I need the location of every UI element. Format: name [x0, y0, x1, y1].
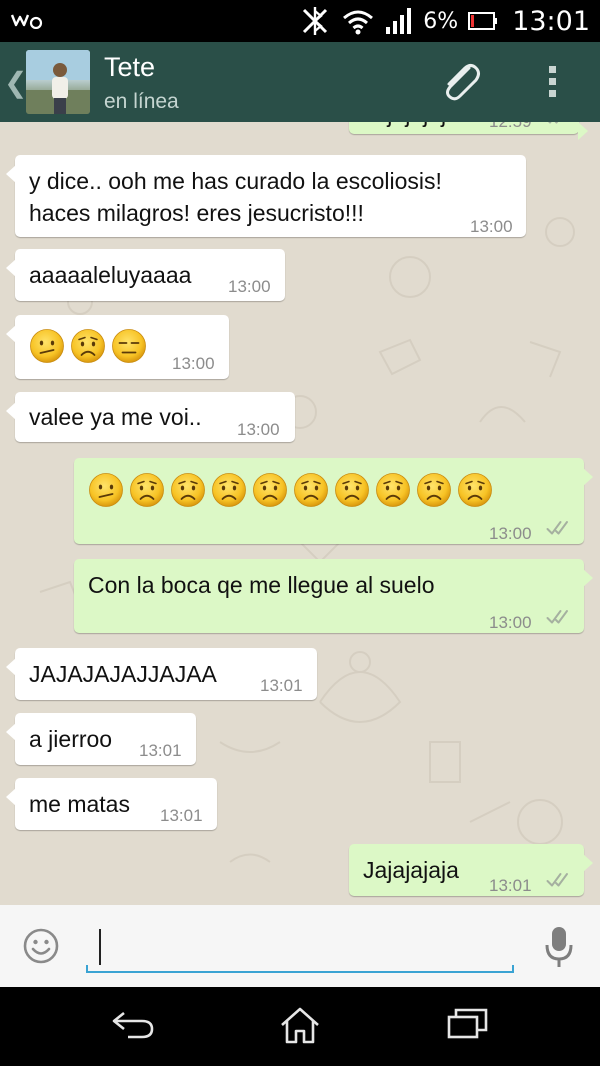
message-bubble-outgoing[interactable]: 13:00 [74, 458, 593, 544]
message-emoji-row [29, 328, 152, 364]
compose-bar [0, 905, 600, 987]
worried-face-emoji-icon [170, 472, 206, 508]
paperclip-icon[interactable] [436, 56, 486, 106]
message-text: a jierroo [29, 726, 113, 752]
chat-area[interactable]: Jajajajaj 12:59 y dice.. ooh me has cura… [0, 122, 600, 905]
worried-face-emoji-icon [252, 472, 288, 508]
message-text: aaaaaleluyaaaa [29, 262, 192, 288]
worried-face-emoji-icon [416, 472, 452, 508]
message-text: Jajajajaj [363, 122, 446, 130]
message-emoji-row [88, 472, 498, 508]
text-cursor [99, 929, 101, 965]
nfc-icon [303, 7, 328, 35]
message-bubble-incoming[interactable]: me matas 13:01 [6, 778, 217, 830]
wifi-icon [343, 10, 374, 35]
avatar[interactable] [26, 50, 90, 114]
status-clock: 13:01 [512, 5, 590, 37]
message-bubble-incoming[interactable]: JAJAJAJAJJAJAA 13:01 [6, 648, 317, 700]
battery-percent: 6% [423, 8, 459, 34]
expressionless-face-emoji-icon [111, 328, 147, 364]
message-time: 13:01 [260, 676, 303, 695]
message-bubble-incoming[interactable]: y dice.. ooh me has curado la escoliosis… [6, 155, 526, 237]
contact-name[interactable]: Tete [104, 52, 155, 83]
worried-face-emoji-icon [129, 472, 165, 508]
back-chevron-icon[interactable]: ❮ [4, 66, 27, 99]
worried-face-emoji-icon [457, 472, 493, 508]
status-bar: 6% 13:01 [0, 0, 600, 42]
walkman-icon [10, 14, 43, 29]
contact-status: en línea [104, 90, 179, 113]
message-text: valee ya me voi.. [29, 404, 202, 430]
emoji-icon[interactable] [22, 927, 60, 965]
system-nav-bar [0, 987, 600, 1066]
message-time: 12:59 [489, 122, 532, 138]
read-receipt-icon [546, 519, 574, 537]
message-bubble-incoming[interactable]: valee ya me voi.. 13:00 [6, 392, 295, 442]
chat-header: ❮ Tete en línea [0, 42, 600, 122]
message-time: 13:00 [470, 217, 513, 236]
message-bubble-outgoing[interactable]: Jajajajaj 12:59 [349, 122, 588, 140]
read-receipt-icon [546, 871, 574, 889]
message-time: 13:01 [489, 876, 532, 895]
message-text-line-1: y dice.. ooh me has curado la escoliosis… [29, 168, 442, 194]
message-text: me matas [29, 791, 130, 817]
worried-face-emoji-icon [293, 472, 329, 508]
overflow-menu-icon[interactable] [540, 64, 564, 100]
message-text: Con la boca qe me llegue al suelo [88, 572, 435, 598]
worried-face-emoji-icon [334, 472, 370, 508]
message-time: 13:01 [160, 806, 203, 825]
message-time: 13:00 [237, 420, 280, 439]
read-receipt-icon [544, 122, 572, 126]
recents-icon[interactable] [446, 1005, 490, 1041]
message-bubble-incoming[interactable]: 13:00 [6, 315, 229, 379]
signal-icon [386, 8, 412, 34]
microphone-icon[interactable] [544, 925, 574, 971]
message-input[interactable] [86, 965, 514, 973]
message-bubble-outgoing[interactable]: Con la boca qe me llegue al suelo 13:00 [74, 559, 593, 633]
back-icon[interactable] [110, 1005, 158, 1041]
message-time: 13:01 [139, 741, 182, 760]
message-text-line-2: haces milagros! eres jesucristo!!! [29, 200, 364, 226]
worried-face-emoji-icon [211, 472, 247, 508]
worried-face-emoji-icon [70, 328, 106, 364]
battery-icon [468, 12, 498, 30]
message-time: 13:00 [489, 613, 532, 632]
message-time: 13:00 [489, 524, 532, 543]
message-time: 13:00 [172, 354, 215, 373]
home-icon[interactable] [278, 1005, 322, 1045]
message-bubble-incoming[interactable]: a jierroo 13:01 [6, 713, 196, 765]
message-text: JAJAJAJAJJAJAA [29, 661, 217, 687]
confused-face-emoji-icon [29, 328, 65, 364]
message-bubble-incoming[interactable]: aaaaaleluyaaaa 13:00 [6, 249, 285, 301]
read-receipt-icon [546, 608, 574, 626]
message-text: Jajajajaja [363, 857, 459, 883]
message-bubble-outgoing[interactable]: Jajajajaja 13:01 [349, 844, 593, 896]
message-time: 13:00 [228, 277, 271, 296]
confused-face-emoji-icon [88, 472, 124, 508]
worried-face-emoji-icon [375, 472, 411, 508]
